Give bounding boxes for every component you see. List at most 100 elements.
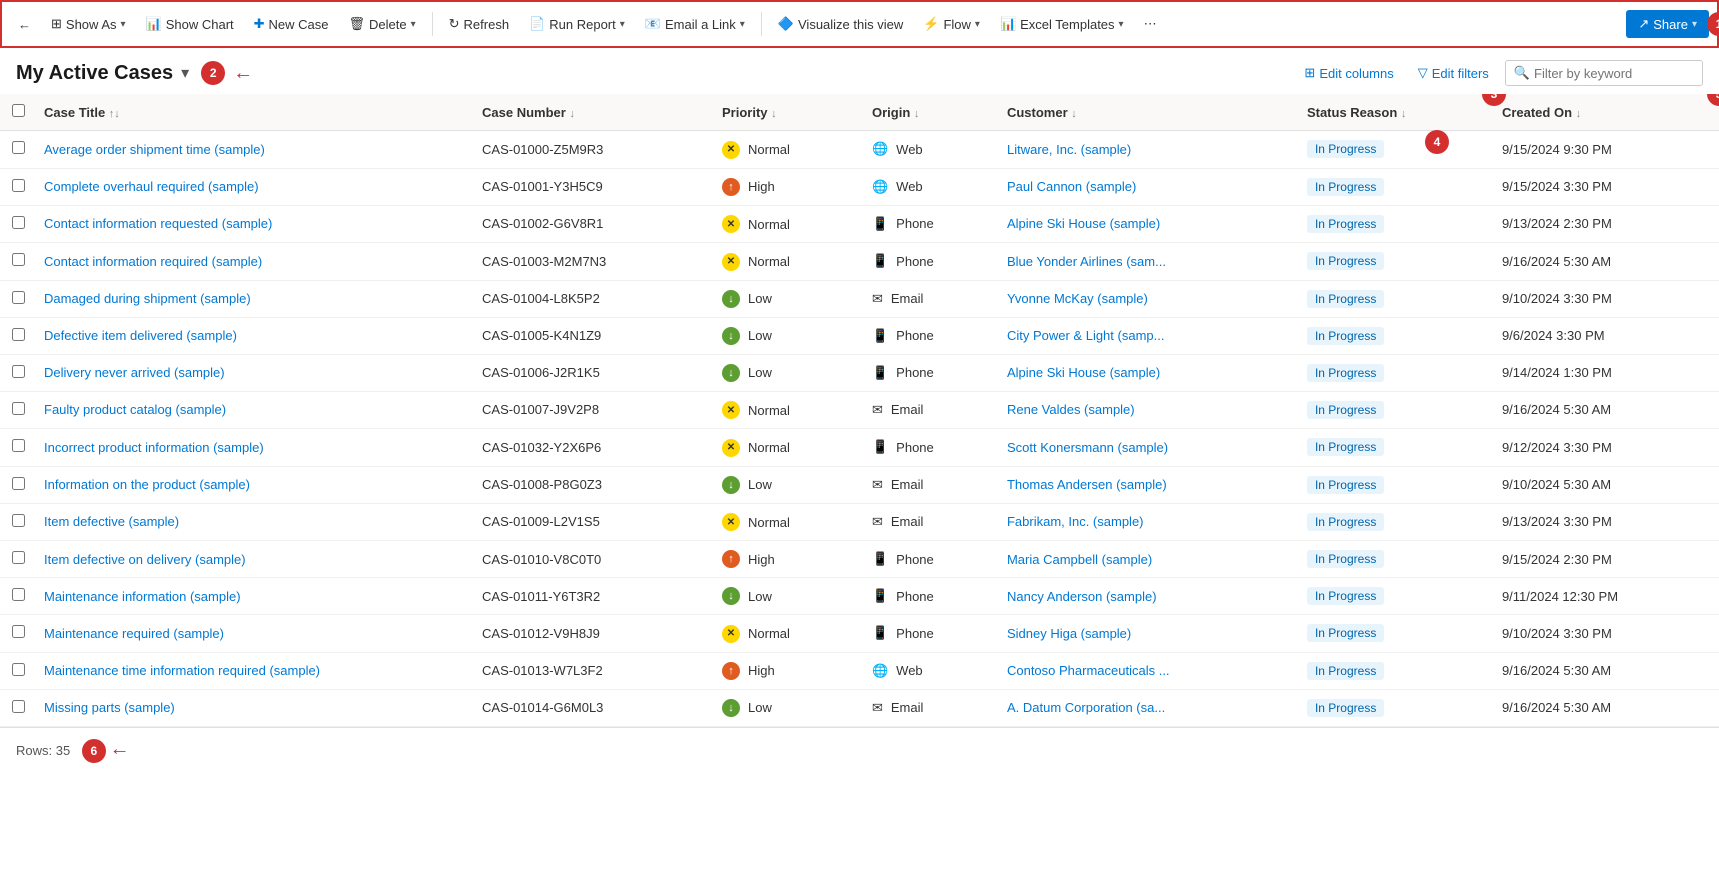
origin-icon: 📱	[872, 625, 888, 641]
row-checkbox-cell[interactable]	[0, 615, 36, 653]
edit-filters-button[interactable]: ▽ Edit filters	[1410, 61, 1497, 85]
row-checkbox-cell[interactable]	[0, 541, 36, 578]
excel-templates-button[interactable]: 📊 Excel Templates ▾	[992, 12, 1132, 36]
share-button[interactable]: ↗ Share ▾	[1626, 10, 1709, 38]
customer-link[interactable]: Blue Yonder Airlines (sam...	[1007, 254, 1166, 269]
col-origin[interactable]: Origin ↓	[864, 94, 999, 131]
customer-link[interactable]: Thomas Andersen (sample)	[1007, 477, 1167, 492]
col-created-on[interactable]: Created On ↓ 5	[1494, 94, 1719, 131]
customer-link[interactable]: Nancy Anderson (sample)	[1007, 589, 1157, 604]
row-checkbox[interactable]	[12, 700, 25, 713]
origin-cell: 📱 Phone	[864, 541, 999, 578]
customer-link[interactable]: A. Datum Corporation (sa...	[1007, 700, 1165, 715]
row-checkbox[interactable]	[12, 216, 25, 229]
row-checkbox-cell[interactable]	[0, 466, 36, 503]
row-checkbox-cell[interactable]	[0, 168, 36, 205]
row-checkbox[interactable]	[12, 477, 25, 490]
col-customer[interactable]: Customer ↓	[999, 94, 1299, 131]
col-case-title[interactable]: Case Title ↑↓	[36, 94, 474, 131]
row-checkbox[interactable]	[12, 179, 25, 192]
row-checkbox-cell[interactable]	[0, 578, 36, 615]
row-checkbox[interactable]	[12, 328, 25, 341]
edit-columns-button[interactable]: ⊞ Edit columns	[1296, 61, 1401, 85]
customer-link[interactable]: Scott Konersmann (sample)	[1007, 440, 1168, 455]
row-checkbox[interactable]	[12, 141, 25, 154]
case-title-link[interactable]: Maintenance information (sample)	[44, 589, 241, 604]
case-title-link[interactable]: Damaged during shipment (sample)	[44, 291, 251, 306]
row-checkbox-cell[interactable]	[0, 317, 36, 354]
origin-value: ✉ Email	[872, 514, 923, 530]
case-title-link[interactable]: Item defective (sample)	[44, 514, 179, 529]
row-checkbox-cell[interactable]	[0, 280, 36, 317]
row-checkbox-cell[interactable]	[0, 391, 36, 429]
row-checkbox-cell[interactable]	[0, 689, 36, 726]
status-badge: In Progress	[1307, 624, 1384, 642]
delete-button[interactable]: 🗑 Delete ▾	[341, 12, 424, 36]
flow-button[interactable]: ⚡ Flow ▾	[915, 12, 988, 36]
row-checkbox[interactable]	[12, 551, 25, 564]
select-all-checkbox[interactable]	[12, 104, 25, 117]
row-checkbox[interactable]	[12, 663, 25, 676]
row-checkbox-cell[interactable]	[0, 205, 36, 243]
customer-link[interactable]: Yvonne McKay (sample)	[1007, 291, 1148, 306]
case-title-link[interactable]: Incorrect product information (sample)	[44, 440, 264, 455]
visualize-button[interactable]: 🔷 Visualize this view	[770, 12, 911, 36]
origin-cell: 📱 Phone	[864, 354, 999, 391]
more-button[interactable]: ⋯	[1136, 12, 1165, 36]
case-title-cell: Maintenance required (sample)	[36, 615, 474, 653]
refresh-button[interactable]: ↻ Refresh	[441, 12, 517, 36]
status-badge: In Progress	[1307, 662, 1384, 680]
customer-link[interactable]: Alpine Ski House (sample)	[1007, 216, 1160, 231]
col-priority[interactable]: Priority ↓	[714, 94, 864, 131]
case-title-link[interactable]: Maintenance required (sample)	[44, 626, 224, 641]
row-checkbox[interactable]	[12, 365, 25, 378]
run-report-button[interactable]: 📄 Run Report ▾	[521, 12, 633, 36]
case-title-link[interactable]: Average order shipment time (sample)	[44, 142, 265, 157]
keyword-filter-input[interactable]	[1534, 66, 1694, 81]
customer-link[interactable]: Maria Campbell (sample)	[1007, 552, 1152, 567]
select-all-checkbox-header[interactable]	[0, 94, 36, 131]
customer-link[interactable]: City Power & Light (samp...	[1007, 328, 1165, 343]
row-checkbox-cell[interactable]	[0, 354, 36, 391]
case-title-link[interactable]: Maintenance time information required (s…	[44, 663, 320, 678]
new-case-button[interactable]: ✚ New Case	[246, 12, 337, 36]
case-title-link[interactable]: Item defective on delivery (sample)	[44, 552, 246, 567]
row-checkbox[interactable]	[12, 625, 25, 638]
case-title-link[interactable]: Contact information requested (sample)	[44, 216, 272, 231]
case-title-link[interactable]: Contact information required (sample)	[44, 254, 262, 269]
row-checkbox-cell[interactable]	[0, 503, 36, 541]
customer-link[interactable]: Contoso Pharmaceuticals ...	[1007, 663, 1170, 678]
priority-value: ✕ Normal	[722, 513, 790, 531]
customer-link[interactable]: Sidney Higa (sample)	[1007, 626, 1131, 641]
row-checkbox[interactable]	[12, 588, 25, 601]
row-checkbox[interactable]	[12, 439, 25, 452]
row-checkbox-cell[interactable]	[0, 243, 36, 281]
row-checkbox[interactable]	[12, 253, 25, 266]
view-header: My Active Cases ▾ 2 ← ⊞ Edit columns ▽ E…	[0, 48, 1719, 94]
row-checkbox[interactable]	[12, 402, 25, 415]
show-chart-button[interactable]: 📊 Show Chart	[138, 12, 242, 36]
case-title-link[interactable]: Delivery never arrived (sample)	[44, 365, 225, 380]
row-checkbox[interactable]	[12, 514, 25, 527]
case-title-link[interactable]: Complete overhaul required (sample)	[44, 179, 259, 194]
col-status-reason[interactable]: Status Reason ↓ 3	[1299, 94, 1494, 131]
case-title-link[interactable]: Information on the product (sample)	[44, 477, 250, 492]
case-title-link[interactable]: Missing parts (sample)	[44, 700, 175, 715]
row-checkbox-cell[interactable]	[0, 652, 36, 689]
customer-link[interactable]: Alpine Ski House (sample)	[1007, 365, 1160, 380]
customer-link[interactable]: Paul Cannon (sample)	[1007, 179, 1136, 194]
keyword-filter[interactable]: 🔍	[1505, 60, 1703, 86]
row-checkbox-cell[interactable]	[0, 429, 36, 467]
email-link-button[interactable]: 📧 Email a Link ▾	[637, 12, 753, 36]
show-as-button[interactable]: ⊞ Show As ▾	[43, 12, 134, 36]
view-title-dropdown[interactable]: ▾	[181, 63, 189, 83]
case-title-link[interactable]: Defective item delivered (sample)	[44, 328, 237, 343]
case-title-link[interactable]: Faulty product catalog (sample)	[44, 402, 226, 417]
col-case-number[interactable]: Case Number ↓	[474, 94, 714, 131]
row-checkbox[interactable]	[12, 291, 25, 304]
customer-link[interactable]: Litware, Inc. (sample)	[1007, 142, 1131, 157]
customer-link[interactable]: Rene Valdes (sample)	[1007, 402, 1135, 417]
back-button[interactable]: ←	[10, 13, 39, 36]
row-checkbox-cell[interactable]	[0, 131, 36, 169]
customer-link[interactable]: Fabrikam, Inc. (sample)	[1007, 514, 1144, 529]
